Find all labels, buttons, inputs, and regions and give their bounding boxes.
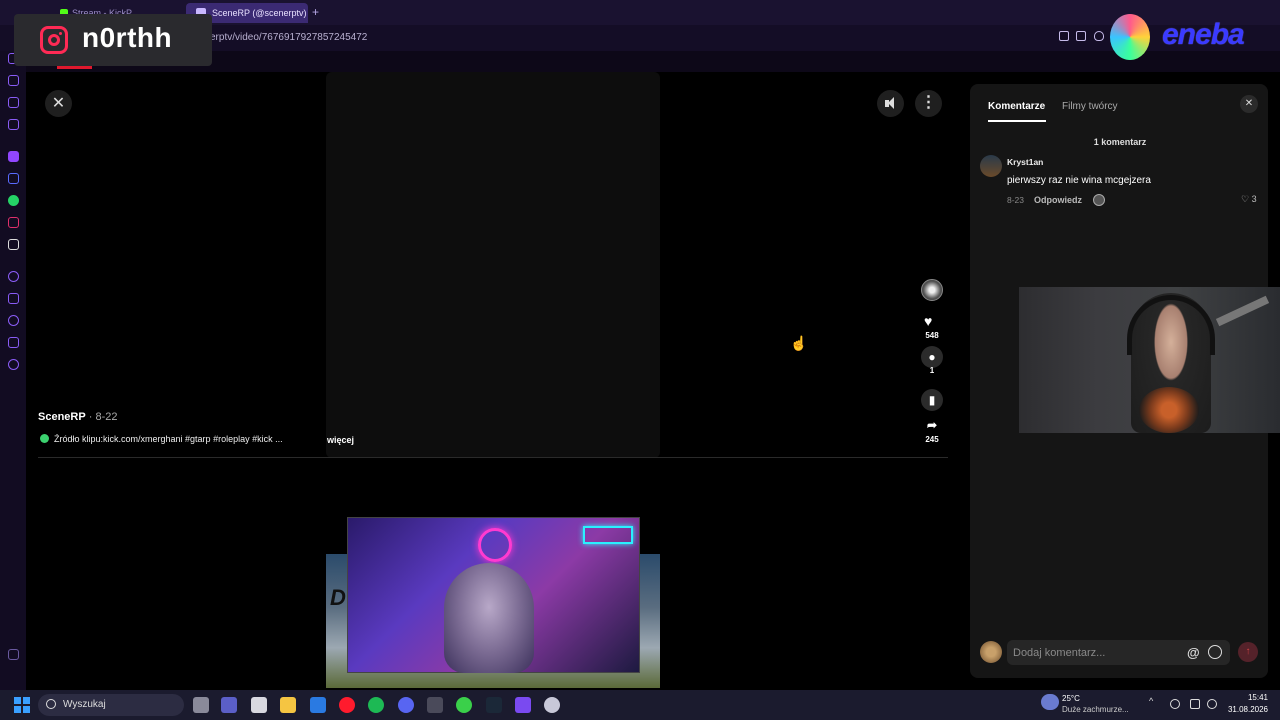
instagram-handle: n0rthh [82, 22, 173, 53]
url-field[interactable]: erptv/video/7676917927857245472 [210, 32, 367, 43]
display-icon[interactable] [1190, 699, 1200, 709]
weather-cloud-icon[interactable] [1041, 694, 1059, 710]
shirt-graphic [1139, 387, 1199, 433]
outlook-icon[interactable] [310, 697, 326, 713]
share-arrow-icon[interactable]: ➦ [918, 418, 946, 432]
speaker-icon[interactable] [1207, 699, 1217, 709]
tray-chevron-up-icon[interactable]: ^ [1149, 696, 1159, 706]
hand-cursor-icon: ☝ [790, 335, 808, 351]
sidebar-messenger-icon[interactable] [8, 119, 19, 130]
sidebar-extension-icon[interactable] [8, 173, 19, 184]
tab-comments[interactable]: Komentarze [988, 101, 1045, 112]
avatar [980, 641, 1002, 663]
instagram-logo-icon [40, 26, 68, 54]
recording-indicator [57, 66, 92, 69]
settings-gear-icon[interactable] [8, 359, 19, 370]
chatgpt-icon[interactable] [544, 697, 560, 713]
active-tab-indicator [988, 120, 1046, 122]
sidebar-player-icon[interactable] [8, 271, 19, 282]
brand-logo-text: eneba [1162, 18, 1245, 51]
avatar[interactable] [980, 155, 1002, 177]
shield-icon[interactable] [1094, 31, 1104, 41]
pin-icon[interactable] [1059, 31, 1069, 41]
steam-icon[interactable] [486, 697, 502, 713]
comment-count-label: 1 komentarz [1093, 137, 1147, 147]
teams-icon[interactable] [221, 697, 237, 713]
emoji-icon[interactable] [1208, 645, 1222, 659]
comment-icon[interactable]: ● [921, 346, 943, 368]
new-tab-plus-icon[interactable]: + [312, 5, 319, 19]
tab-creator-videos[interactable]: Filmy twórcy [1062, 101, 1118, 112]
close-icon[interactable]: ✕ [1240, 95, 1258, 113]
video-date: 8-22 [95, 411, 118, 423]
like-count: 548 [925, 331, 939, 340]
video-author[interactable]: SceneRP · 8-22 [38, 411, 118, 423]
send-arrow-icon[interactable]: ↑ [1238, 642, 1258, 662]
neon-sign-decoration [478, 528, 512, 562]
brand-logo-icon [1110, 14, 1150, 60]
sidebar-ai-icon[interactable] [8, 75, 19, 86]
xbox-icon[interactable] [427, 697, 443, 713]
comment-like-button[interactable]: ♡ 3 [1241, 194, 1257, 205]
comment-count: 1 [929, 366, 935, 375]
opera-gx-icon[interactable] [339, 697, 355, 713]
file-explorer-icon[interactable] [280, 697, 296, 713]
browser-sidebar [0, 51, 26, 690]
task-view-icon[interactable] [193, 697, 209, 713]
clock-time[interactable]: 15:41 [1228, 693, 1268, 702]
caption-text: Źródło klipu:kick.com/xmerghani #gtarp #… [54, 434, 283, 444]
store-icon[interactable] [251, 697, 267, 713]
caption-more-link[interactable]: więcej [327, 435, 354, 445]
windows-start-icon[interactable] [14, 697, 30, 713]
volume-icon[interactable] [877, 90, 904, 117]
mention-at-icon[interactable]: @ [1187, 645, 1200, 660]
video-caption: Źródło klipu:kick.com/xmerghani #gtarp #… [40, 434, 283, 444]
neon-sign-decoration [583, 526, 633, 544]
calendar-app-icon[interactable] [515, 697, 531, 713]
streamer-figure [444, 563, 534, 673]
comment-text: pierwszy raz nie wina mcgejzera [1007, 175, 1151, 186]
bookmark-icon[interactable] [8, 293, 19, 304]
comment-date: 8-23 [1007, 195, 1025, 205]
comment-like-count: 3 [1251, 194, 1257, 204]
history-icon[interactable] [8, 315, 19, 326]
instagram-icon[interactable] [8, 217, 19, 228]
more-options-icon[interactable]: ⋮ [915, 90, 942, 117]
gx-icon[interactable] [8, 649, 19, 660]
sidebar-store-icon[interactable] [8, 97, 19, 108]
heart-outline-icon: ♡ [1241, 194, 1250, 204]
twitch-icon[interactable] [8, 151, 19, 162]
streamer-webcam [1019, 287, 1280, 433]
video-player[interactable] [326, 72, 660, 458]
headset-decoration [1127, 295, 1215, 355]
comment-username[interactable]: Kryst1an [1007, 157, 1043, 167]
xbox-app-icon[interactable] [456, 697, 472, 713]
streamer-webcam-overlay [347, 517, 640, 673]
x-icon[interactable] [8, 239, 19, 250]
clock-date[interactable]: 31.08.2026 [1218, 705, 1268, 714]
taskbar-search[interactable]: Wyszukaj [38, 694, 184, 716]
like-heart-icon[interactable]: ♥ [924, 313, 932, 329]
extensions-icon[interactable] [8, 337, 19, 348]
thumbnail-letter: D [330, 585, 346, 610]
source-dot-icon [40, 434, 49, 443]
share-count: 245 [925, 435, 939, 444]
weather-temperature: 25°C [1062, 694, 1080, 703]
microphone-icon[interactable] [1170, 699, 1180, 709]
creator-avatar[interactable] [921, 279, 943, 301]
reaction-avatar-icon [1093, 194, 1105, 206]
divider [38, 457, 948, 458]
reply-button[interactable]: Odpowiedz [1034, 195, 1082, 205]
bookmark-save-icon[interactable]: ▮ [921, 389, 943, 411]
microphone-arm [1215, 295, 1270, 327]
spotify-icon[interactable] [368, 697, 384, 713]
weather-description: Duże zachmurze... [1062, 705, 1129, 714]
author-name[interactable]: SceneRP [38, 411, 86, 423]
whatsapp-icon[interactable] [8, 195, 19, 206]
discord-icon[interactable] [398, 697, 414, 713]
close-icon[interactable]: ✕ [45, 90, 72, 117]
tab-label: SceneRP (@scenerptv) [212, 8, 307, 18]
snapshot-icon[interactable] [1076, 31, 1086, 41]
